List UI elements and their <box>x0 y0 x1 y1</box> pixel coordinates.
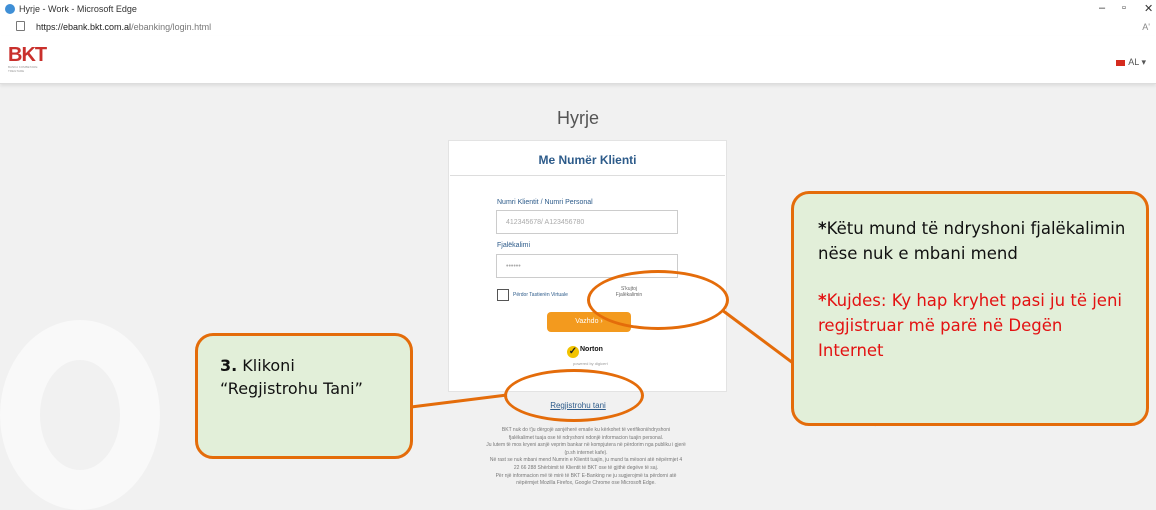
register-instruction: Klikoni “Regjistrohu Tani” <box>220 356 363 398</box>
note-star: * <box>818 219 827 238</box>
warning-note: *Kujdes: Ky hap kryhet pasi ju të jeni r… <box>818 288 1128 363</box>
forgot-password-callout: *Këtu mund të ndryshoni fjalëkalimin nës… <box>791 191 1149 426</box>
step-number: 3. <box>220 356 238 375</box>
register-highlight <box>504 369 644 422</box>
forgot-password-note: *Këtu mund të ndryshoni fjalëkalimin nës… <box>818 216 1128 266</box>
warning-note-text: Kujdes: Ky hap kryhet pasi ju të jeni re… <box>818 291 1122 360</box>
warning-star: * <box>818 291 827 310</box>
forgot-password-highlight <box>587 270 729 330</box>
left-connector-line <box>410 393 508 409</box>
forgot-password-note-text: Këtu mund të ndryshoni fjalëkalimin nëse… <box>818 219 1126 263</box>
register-callout: 3. Klikoni “Regjistrohu Tani” <box>195 333 413 459</box>
